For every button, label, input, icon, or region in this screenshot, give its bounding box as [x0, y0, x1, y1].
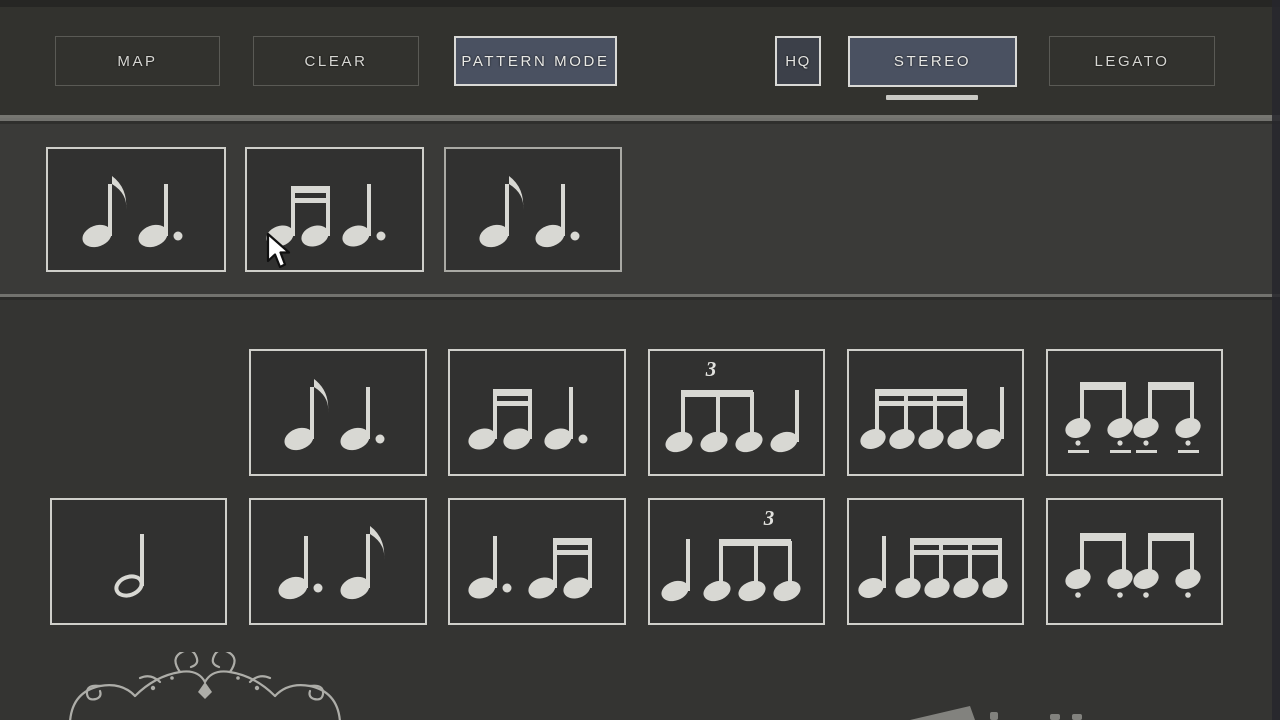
pattern-quarter-triplet[interactable]: 3	[648, 498, 825, 625]
pattern-eighth-dotted-quarter[interactable]	[249, 349, 427, 476]
dotted-quarter-eighth-icon	[277, 526, 384, 600]
pattern-quarter-four-sixteenths[interactable]	[847, 498, 1024, 625]
tuplet-number: 3	[704, 360, 716, 381]
current-pattern-strip	[0, 121, 1280, 294]
pattern-staccato-eighths[interactable]	[1046, 498, 1223, 625]
eighth-dotted-quarter-icon	[82, 176, 183, 248]
clear-button[interactable]: CLEAR	[253, 36, 419, 86]
top-toolbar: MAP CLEAR PATTERN MODE HQ STEREO LEGATO	[0, 0, 1280, 118]
staccato-tenuto-eighths-icon	[1064, 381, 1201, 453]
quarter-triplet-icon: 3	[660, 509, 801, 602]
hq-button[interactable]: HQ	[775, 36, 821, 86]
pattern-four-sixteenths-quarter[interactable]	[847, 349, 1024, 476]
four-sixteenths-quarter-icon	[859, 387, 1004, 449]
two-sixteenths-dotted-quarter-icon	[265, 184, 385, 247]
pattern-slot-3[interactable]	[444, 147, 622, 272]
pattern-dotted-quarter-eighth[interactable]	[249, 498, 427, 625]
stereo-button[interactable]: STEREO	[848, 36, 1017, 87]
two-sixteenths-dotted-quarter-icon	[468, 387, 588, 450]
pattern-two-sixteenths-dotted-quarter[interactable]	[448, 349, 626, 476]
tuplet-number: 3	[762, 509, 774, 530]
map-button[interactable]: MAP	[55, 36, 220, 86]
divider-strip-library	[0, 294, 1280, 300]
eighth-dotted-quarter-icon	[479, 176, 580, 248]
eighth-dotted-quarter-icon	[284, 379, 385, 451]
quarter-four-sixteenths-icon	[857, 536, 1008, 598]
pattern-dotted-quarter-two-sixteenths[interactable]	[448, 498, 626, 625]
pattern-library: 3 3	[0, 300, 1280, 720]
legato-button[interactable]: LEGATO	[1049, 36, 1215, 86]
pattern-triplet-quarter[interactable]: 3	[648, 349, 825, 476]
plugin-window: MAP CLEAR PATTERN MODE HQ STEREO LEGATO	[0, 0, 1280, 720]
pattern-slot-1[interactable]	[46, 147, 226, 272]
pattern-staccato-tenuto-eighths[interactable]	[1046, 349, 1223, 476]
staccato-eighths-icon	[1064, 533, 1201, 598]
half-note-icon	[113, 534, 144, 598]
pattern-mode-button[interactable]: PATTERN MODE	[454, 36, 617, 86]
divider-toolbar-strip	[0, 118, 1280, 124]
triplet-quarter-icon: 3	[664, 360, 799, 453]
dotted-quarter-two-sixteenths-icon	[468, 536, 592, 599]
pattern-slot-2[interactable]	[245, 147, 424, 272]
stereo-active-indicator	[886, 95, 978, 100]
window-right-edge	[1272, 0, 1280, 720]
pattern-half-note[interactable]	[50, 498, 227, 625]
